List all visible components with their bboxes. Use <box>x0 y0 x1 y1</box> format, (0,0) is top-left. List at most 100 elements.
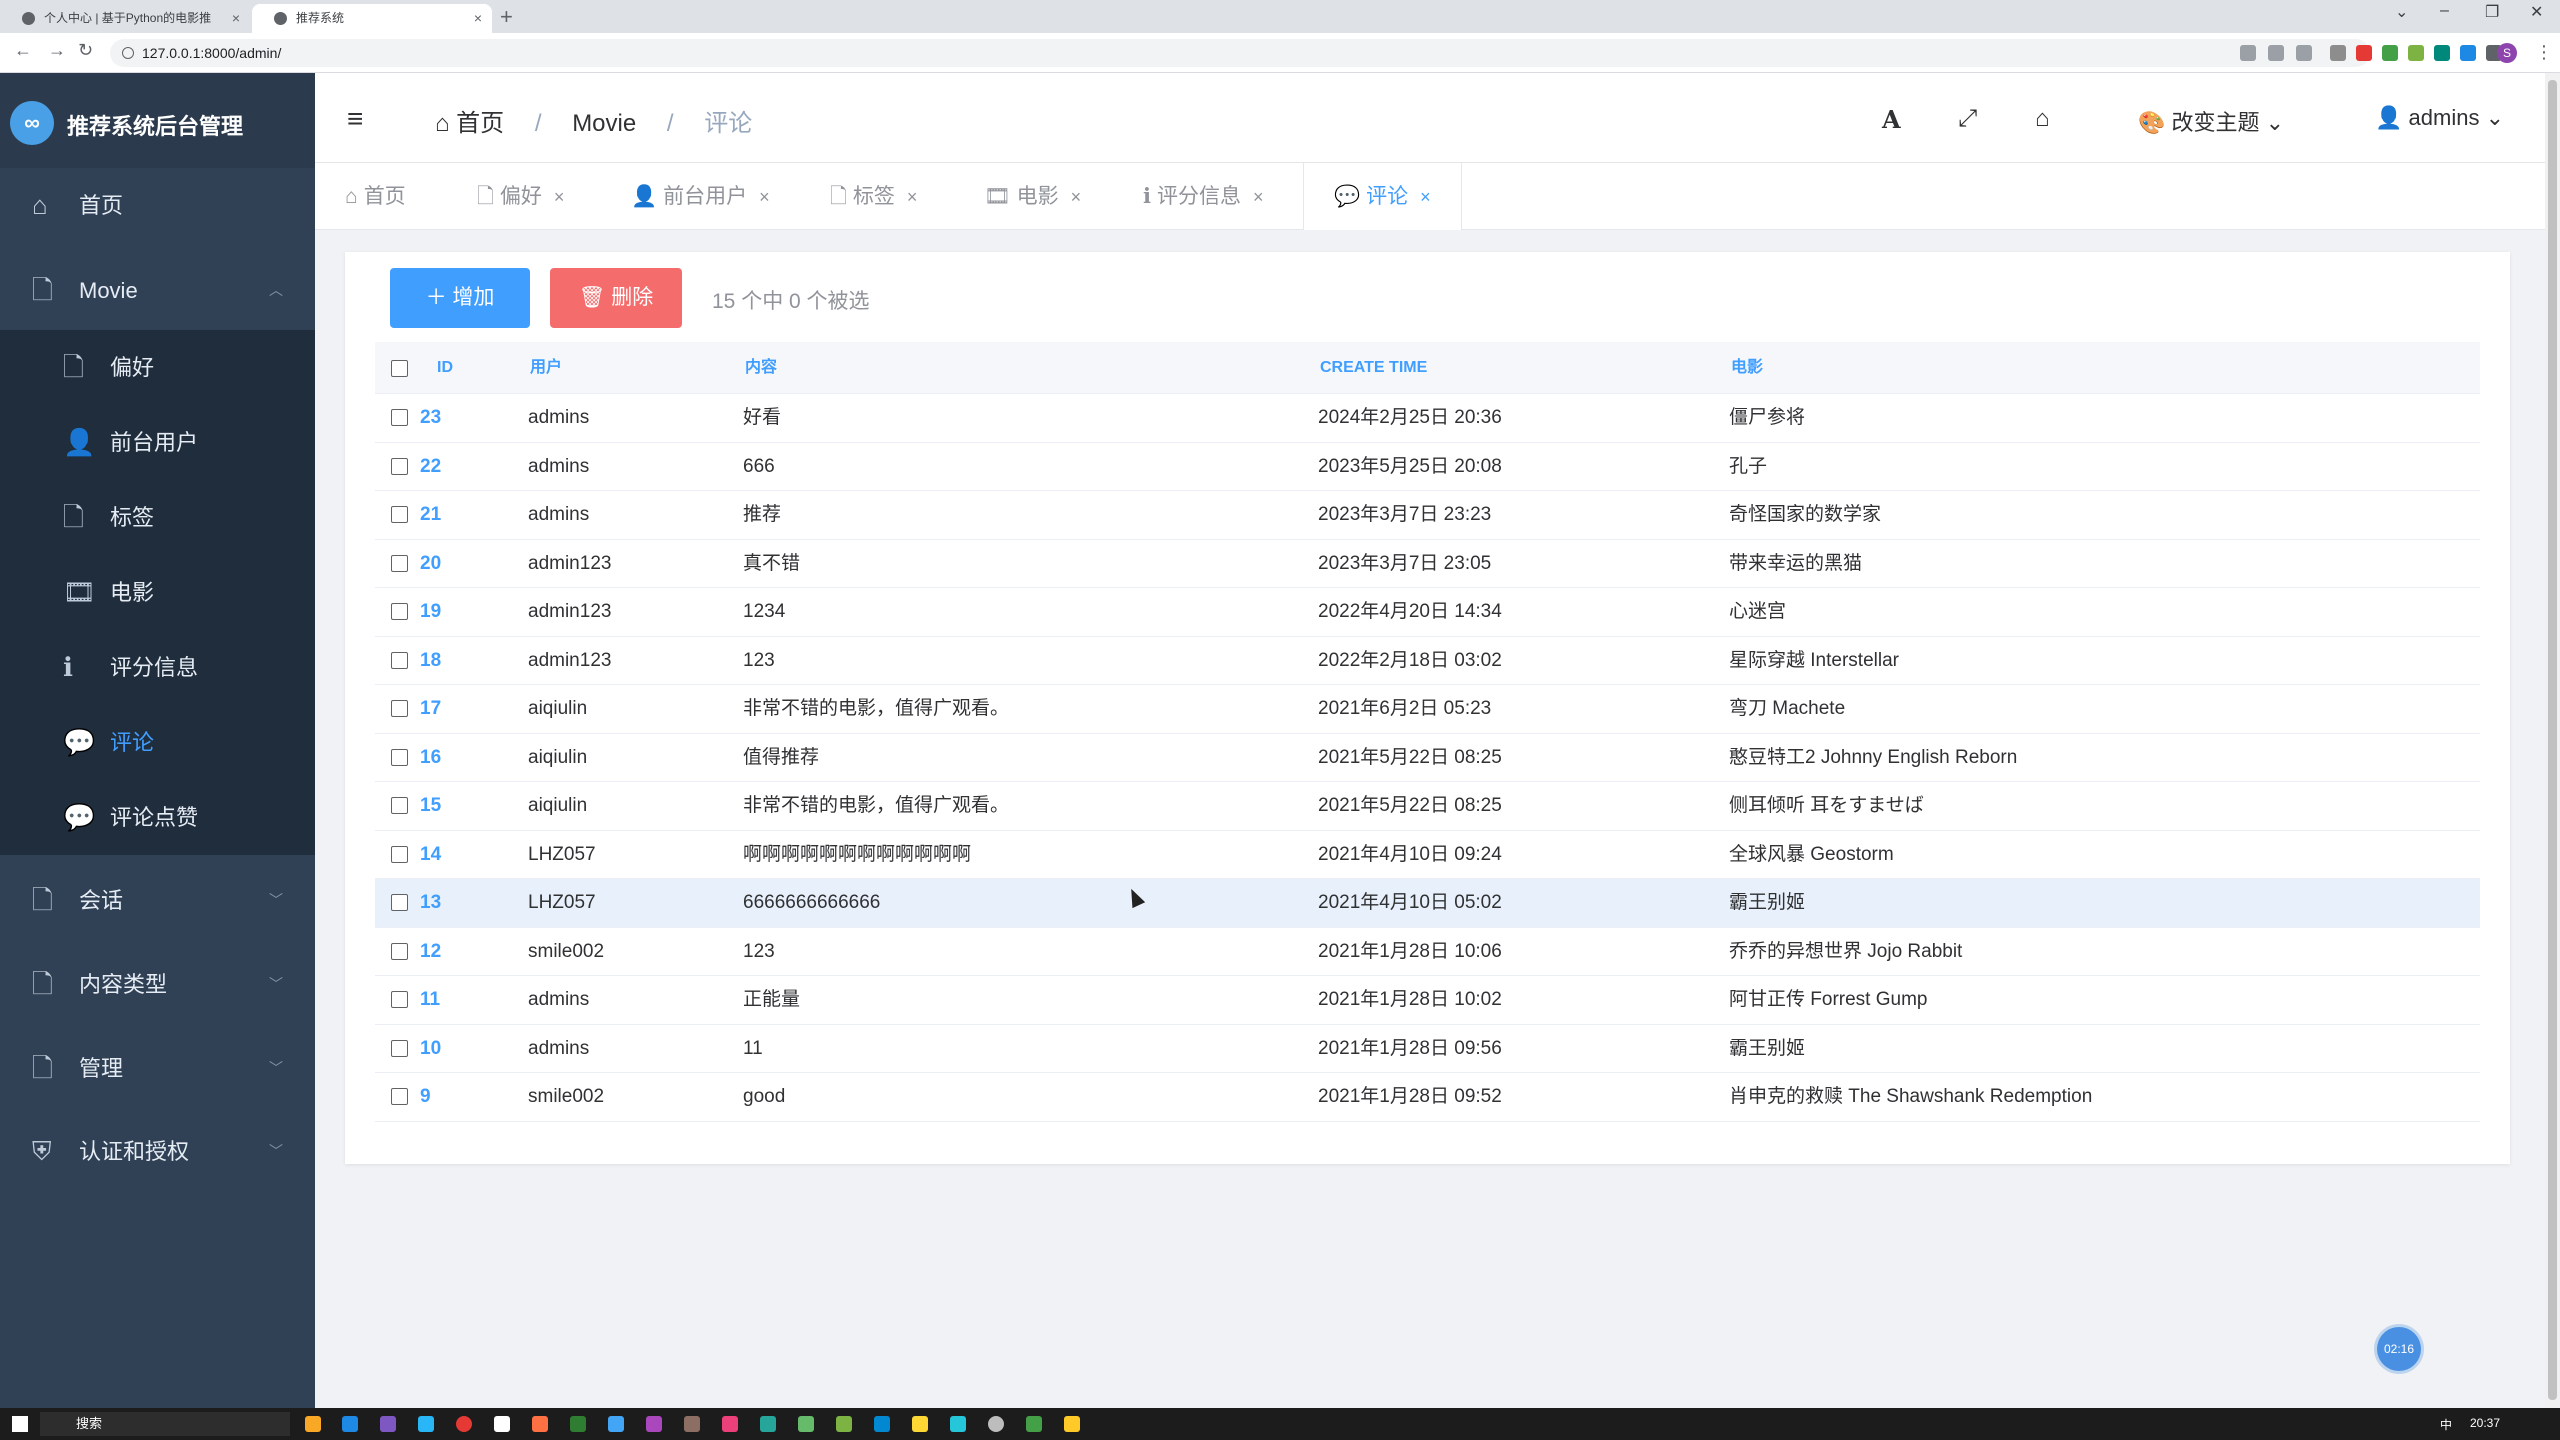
sidebar-item-home[interactable]: ⌂ 首页 <box>0 168 315 243</box>
sidebar-item-content-types[interactable]: 🗋 内容类型 ﹀ <box>0 947 315 1022</box>
extension-camera-icon[interactable] <box>2330 45 2346 61</box>
close-window-icon[interactable]: ✕ <box>2530 2 2543 22</box>
table-row[interactable]: 21 admins 推荐 2023年3月7日 23:23 奇怪国家的数学家 <box>375 491 2480 540</box>
app-icon[interactable] <box>646 1416 662 1432</box>
table-row[interactable]: 19 admin123 1234 2022年4月20日 14:34 心迷宫 <box>375 588 2480 637</box>
sidebar-item-auth[interactable]: ⛨ 认证和授权 ﹀ <box>0 1114 315 1189</box>
breadcrumb-item-movie[interactable]: Movie <box>572 110 636 137</box>
column-header-create-time[interactable]: CREATE TIME <box>1320 342 1427 394</box>
row-checkbox[interactable] <box>391 748 408 766</box>
column-header-id[interactable]: ID <box>437 342 453 394</box>
table-row[interactable]: 10 admins 11 2021年1月28日 09:56 霸王别姬 <box>375 1025 2480 1073</box>
page-scrollbar-thumb[interactable] <box>2548 80 2557 1400</box>
close-tab-icon[interactable]: × <box>1071 187 1082 207</box>
table-row[interactable]: 20 admin123 真不错 2023年3月7日 23:05 带来幸运的黑猫 <box>375 540 2480 588</box>
table-row[interactable]: 23 admins 好看 2024年2月25日 20:36 僵尸参将 <box>375 394 2480 443</box>
cell-id[interactable]: 17 <box>420 685 441 733</box>
windows-start-icon[interactable] <box>12 1416 28 1432</box>
app-icon[interactable] <box>836 1416 852 1432</box>
table-row[interactable]: 12 smile002 123 2021年1月28日 10:06 乔乔的异想世界 Joj… <box>375 928 2480 976</box>
tab-tags[interactable]: 🗋 标签 × <box>830 163 917 230</box>
extension-shield-icon[interactable] <box>2356 45 2372 61</box>
table-row[interactable]: 14 LHZ057 啊啊啊啊啊啊啊啊啊啊啊啊 2021年4月10日 09:24 全球风暴… <box>375 831 2480 879</box>
ime-indicator[interactable]: 中 <box>2440 1416 2452 1433</box>
cell-id[interactable]: 10 <box>420 1025 441 1073</box>
app-icon[interactable] <box>494 1416 510 1432</box>
row-checkbox[interactable] <box>391 1039 408 1057</box>
user-dropdown[interactable]: 👤 admins ⌄ <box>2375 105 2504 131</box>
sidebar-item-tags[interactable]: 🗋 标签 <box>0 480 315 555</box>
sidebar-item-admin[interactable]: 🗋 管理 ﹀ <box>0 1031 315 1106</box>
profile-avatar[interactable]: S <box>2497 43 2517 63</box>
column-header-user[interactable]: 用户 <box>530 342 562 394</box>
tab-ratings[interactable]: ℹ 评分信息 × <box>1143 163 1264 230</box>
cell-id[interactable]: 22 <box>420 443 441 491</box>
home-shortcut-icon[interactable]: ⌂ <box>2035 105 2050 133</box>
zoom-icon[interactable] <box>2240 45 2256 61</box>
forward-icon[interactable]: → <box>48 40 66 61</box>
app-icon[interactable] <box>380 1416 396 1432</box>
tab-search-icon[interactable]: ⌄ <box>2395 2 2408 22</box>
tab-home[interactable]: ⌂ 首页 <box>345 163 406 230</box>
column-header-content[interactable]: 内容 <box>745 342 777 394</box>
firefox-icon[interactable] <box>532 1416 548 1432</box>
cell-id[interactable]: 19 <box>420 588 441 636</box>
maximize-icon[interactable]: ❐ <box>2485 2 2499 22</box>
cell-id[interactable]: 18 <box>420 637 441 685</box>
app-icon[interactable] <box>798 1416 814 1432</box>
new-tab-button[interactable]: + <box>500 4 513 30</box>
row-checkbox[interactable] <box>391 797 408 814</box>
app-logo[interactable]: ∞ 推荐系统后台管理 <box>0 73 315 168</box>
close-tab-icon[interactable]: × <box>232 4 240 33</box>
row-checkbox[interactable] <box>391 409 408 426</box>
back-icon[interactable]: ← <box>14 40 32 61</box>
tab-movies[interactable]: 🎞 电影 × <box>984 163 1081 230</box>
breadcrumb-item-home[interactable]: 首页 <box>456 110 504 137</box>
cell-id[interactable]: 21 <box>420 491 441 539</box>
extension-copy-icon[interactable] <box>2408 45 2424 61</box>
row-checkbox[interactable] <box>391 554 408 572</box>
taskbar-clock[interactable]: 20:37 <box>2470 1416 2500 1430</box>
row-checkbox[interactable] <box>391 894 408 911</box>
row-checkbox[interactable] <box>391 603 408 620</box>
minimize-icon[interactable]: – <box>2440 2 2449 20</box>
row-checkbox[interactable] <box>391 991 408 1008</box>
file-explorer-icon[interactable] <box>305 1416 321 1432</box>
close-tab-icon[interactable]: × <box>554 187 565 207</box>
row-checkbox[interactable] <box>391 651 408 669</box>
tab-comments[interactable]: 💬 评论 × <box>1303 163 1462 230</box>
sidebar-item-preference[interactable]: 🗋 偏好 <box>0 330 315 405</box>
wechat-icon[interactable] <box>570 1416 586 1432</box>
close-tab-icon[interactable]: × <box>474 4 482 33</box>
sidebar-item-ratings[interactable]: ℹ 评分信息 <box>0 630 315 705</box>
table-row[interactable]: 22 admins 666 2023年5月25日 20:08 孔子 <box>375 443 2480 491</box>
close-tab-icon[interactable]: × <box>1253 187 1264 207</box>
select-all-checkbox[interactable] <box>391 360 408 377</box>
app-icon[interactable] <box>874 1416 890 1432</box>
cell-id[interactable]: 16 <box>420 734 441 782</box>
table-row[interactable]: 18 admin123 123 2022年2月18日 03:02 星际穿越 Inters… <box>375 637 2480 685</box>
tab-frontend-users[interactable]: 👤 前台用户 × <box>631 163 770 230</box>
tab-preference[interactable]: 🗋 偏好 × <box>477 163 564 230</box>
hamburger-menu-icon[interactable]: ≡ <box>347 103 363 135</box>
table-row[interactable]: 9 smile002 good 2021年1月28日 09:52 肖申克的救赎 The … <box>375 1073 2480 1122</box>
cell-id[interactable]: 13 <box>420 879 441 927</box>
column-header-movie[interactable]: 电影 <box>1731 342 1763 394</box>
terminal-icon[interactable] <box>1026 1416 1042 1432</box>
table-row[interactable]: 17 aiqiulin 非常不错的电影，值得广观看。 2021年6月2日 05:23 弯… <box>375 685 2480 734</box>
delete-button[interactable]: 🗑 删除 <box>550 268 682 328</box>
extension-translate-icon[interactable] <box>2460 45 2476 61</box>
browser-menu-icon[interactable]: ⋮ <box>2535 42 2553 63</box>
sidebar-item-frontend-users[interactable]: 👤 前台用户 <box>0 405 315 480</box>
app-icon[interactable] <box>760 1416 776 1432</box>
share-icon[interactable] <box>2268 45 2284 61</box>
browser-tab-profile[interactable]: 个人中心 | 基于Python的电影推 × <box>0 4 250 33</box>
font-size-icon[interactable]: A <box>1882 105 1901 134</box>
taskbar-search[interactable]: 搜索 <box>40 1412 290 1436</box>
row-checkbox[interactable] <box>391 506 408 523</box>
app-icon[interactable] <box>950 1416 966 1432</box>
cell-id[interactable]: 11 <box>420 976 440 1024</box>
cell-id[interactable]: 15 <box>420 782 441 830</box>
table-row[interactable]: 15 aiqiulin 非常不错的电影，值得广观看。 2021年5月22日 08:25… <box>375 782 2480 831</box>
sidebar-item-movie[interactable]: 🗋 Movie ︿ <box>0 253 315 328</box>
